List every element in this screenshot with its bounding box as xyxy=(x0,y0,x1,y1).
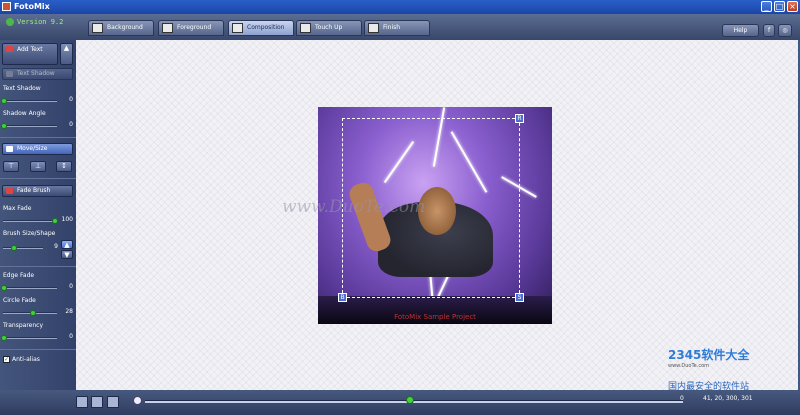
site-logo: 2345软件大全 www.DuoTe.com 国内最安全的软件站 xyxy=(668,346,798,392)
help-button[interactable]: Help xyxy=(722,24,759,37)
max-fade-slider[interactable] xyxy=(3,218,58,224)
align-right-icon[interactable]: ↕ xyxy=(56,161,72,172)
slider-knob[interactable] xyxy=(1,285,7,291)
window-title: FotoMix xyxy=(14,2,50,11)
move-icon xyxy=(6,146,13,152)
full-view-icon[interactable] xyxy=(107,396,119,408)
text-scroll-button[interactable]: ▲ xyxy=(60,43,73,65)
background-icon xyxy=(92,23,103,33)
tab-composition[interactable]: Composition xyxy=(228,20,294,36)
slider-knob[interactable] xyxy=(52,218,58,224)
align-left-icon[interactable]: ⊤ xyxy=(3,161,19,172)
photo-caption: FotoMix Sample Project xyxy=(394,313,476,321)
add-text-button[interactable]: Add Text xyxy=(2,43,58,65)
shadow-angle-slider[interactable] xyxy=(1,123,57,129)
slider-knob[interactable] xyxy=(30,310,36,316)
tab-touch-up[interactable]: Touch Up xyxy=(296,20,362,36)
circle-fade-value: 28 xyxy=(65,308,73,315)
text-shadow-button[interactable]: Text Shadow xyxy=(2,68,73,80)
zoom-reset-icon[interactable] xyxy=(133,396,142,405)
save-icon xyxy=(368,23,379,33)
text-shadow-slider[interactable] xyxy=(1,98,57,104)
brush-size-label: Brush Size/Shape xyxy=(3,230,56,237)
zoom-slider-knob[interactable] xyxy=(406,396,414,404)
brush-icon xyxy=(6,188,13,194)
composition-icon xyxy=(232,23,243,33)
version-label: Version 9.2 xyxy=(6,18,63,26)
edge-fade-slider[interactable] xyxy=(1,285,57,291)
brush-size-value: 9 xyxy=(54,243,58,250)
facebook-button[interactable]: f xyxy=(763,24,775,37)
transparency-value: 0 xyxy=(69,333,73,340)
slider-knob[interactable] xyxy=(1,98,7,104)
resize-handle-top-right[interactable]: R xyxy=(515,114,524,123)
slider-knob[interactable] xyxy=(11,245,17,251)
divider xyxy=(0,266,76,267)
divider xyxy=(0,349,76,350)
edge-fade-label: Edge Fade xyxy=(3,272,35,279)
watermark-text: www.DuoTe.com xyxy=(282,197,426,217)
align-center-icon[interactable]: ⊥ xyxy=(30,161,46,172)
tab-background[interactable]: Background xyxy=(88,20,154,36)
fit-page-icon[interactable] xyxy=(76,396,88,408)
brush-size-slider[interactable] xyxy=(3,245,43,251)
move-size-button[interactable]: Move/Size xyxy=(2,143,73,155)
coordinates-readout: 41, 20, 300, 301 xyxy=(703,395,753,402)
foreground-icon xyxy=(162,23,173,33)
grid-view-icon[interactable] xyxy=(91,396,103,408)
version-icon xyxy=(6,18,14,26)
transparency-slider[interactable] xyxy=(1,335,57,341)
web-icon[interactable]: ◎ xyxy=(778,24,792,37)
tab-foreground[interactable]: Foreground xyxy=(158,20,224,36)
shadow-angle-value: 0 xyxy=(69,121,73,128)
text-icon xyxy=(6,46,13,52)
zoom-value: 0 xyxy=(680,395,684,402)
brush-shape-up[interactable]: ▲ xyxy=(61,240,73,249)
fade-brush-button[interactable]: Fade Brush xyxy=(2,185,73,197)
transparency-label: Transparency xyxy=(3,322,44,329)
anti-alias-checkbox[interactable]: ✓ xyxy=(3,356,10,363)
brush-icon xyxy=(300,23,311,33)
tab-finish[interactable]: Finish xyxy=(364,20,430,36)
sidebar: Add Text ▲ Text Shadow Text Shadow 0 Sha… xyxy=(0,40,76,390)
anti-alias-label: Anti-alias xyxy=(12,356,40,363)
divider xyxy=(0,137,76,138)
title-bar: FotoMix _ □ × xyxy=(0,0,800,14)
bottom-bar: 0 41, 20, 300, 301 xyxy=(0,390,800,415)
circle-fade-label: Circle Fade xyxy=(3,297,36,304)
app-icon xyxy=(2,2,11,11)
close-button[interactable]: × xyxy=(787,1,798,12)
zoom-slider[interactable] xyxy=(145,400,683,403)
logo-title: 2345软件大全 xyxy=(668,348,750,362)
resize-handle-bottom-right[interactable]: S xyxy=(515,293,524,302)
circle-fade-slider[interactable] xyxy=(3,310,57,316)
maximize-button[interactable]: □ xyxy=(774,1,785,12)
max-fade-value: 100 xyxy=(61,216,73,223)
shadow-angle-label: Shadow Angle xyxy=(3,110,46,117)
text-shadow-value: 0 xyxy=(69,96,73,103)
logo-url: www.DuoTe.com xyxy=(668,363,710,369)
minimize-button[interactable]: _ xyxy=(761,1,772,12)
slider-knob[interactable] xyxy=(1,123,7,129)
slider-knob[interactable] xyxy=(1,335,7,341)
resize-handle-bottom-left[interactable]: B xyxy=(338,293,347,302)
edge-fade-value: 0 xyxy=(69,283,73,290)
divider xyxy=(0,178,76,179)
text-shadow-label: Text Shadow xyxy=(3,85,41,92)
shadow-icon xyxy=(6,71,13,77)
brush-shape-down[interactable]: ▼ xyxy=(61,250,73,259)
max-fade-label: Max Fade xyxy=(3,205,32,212)
